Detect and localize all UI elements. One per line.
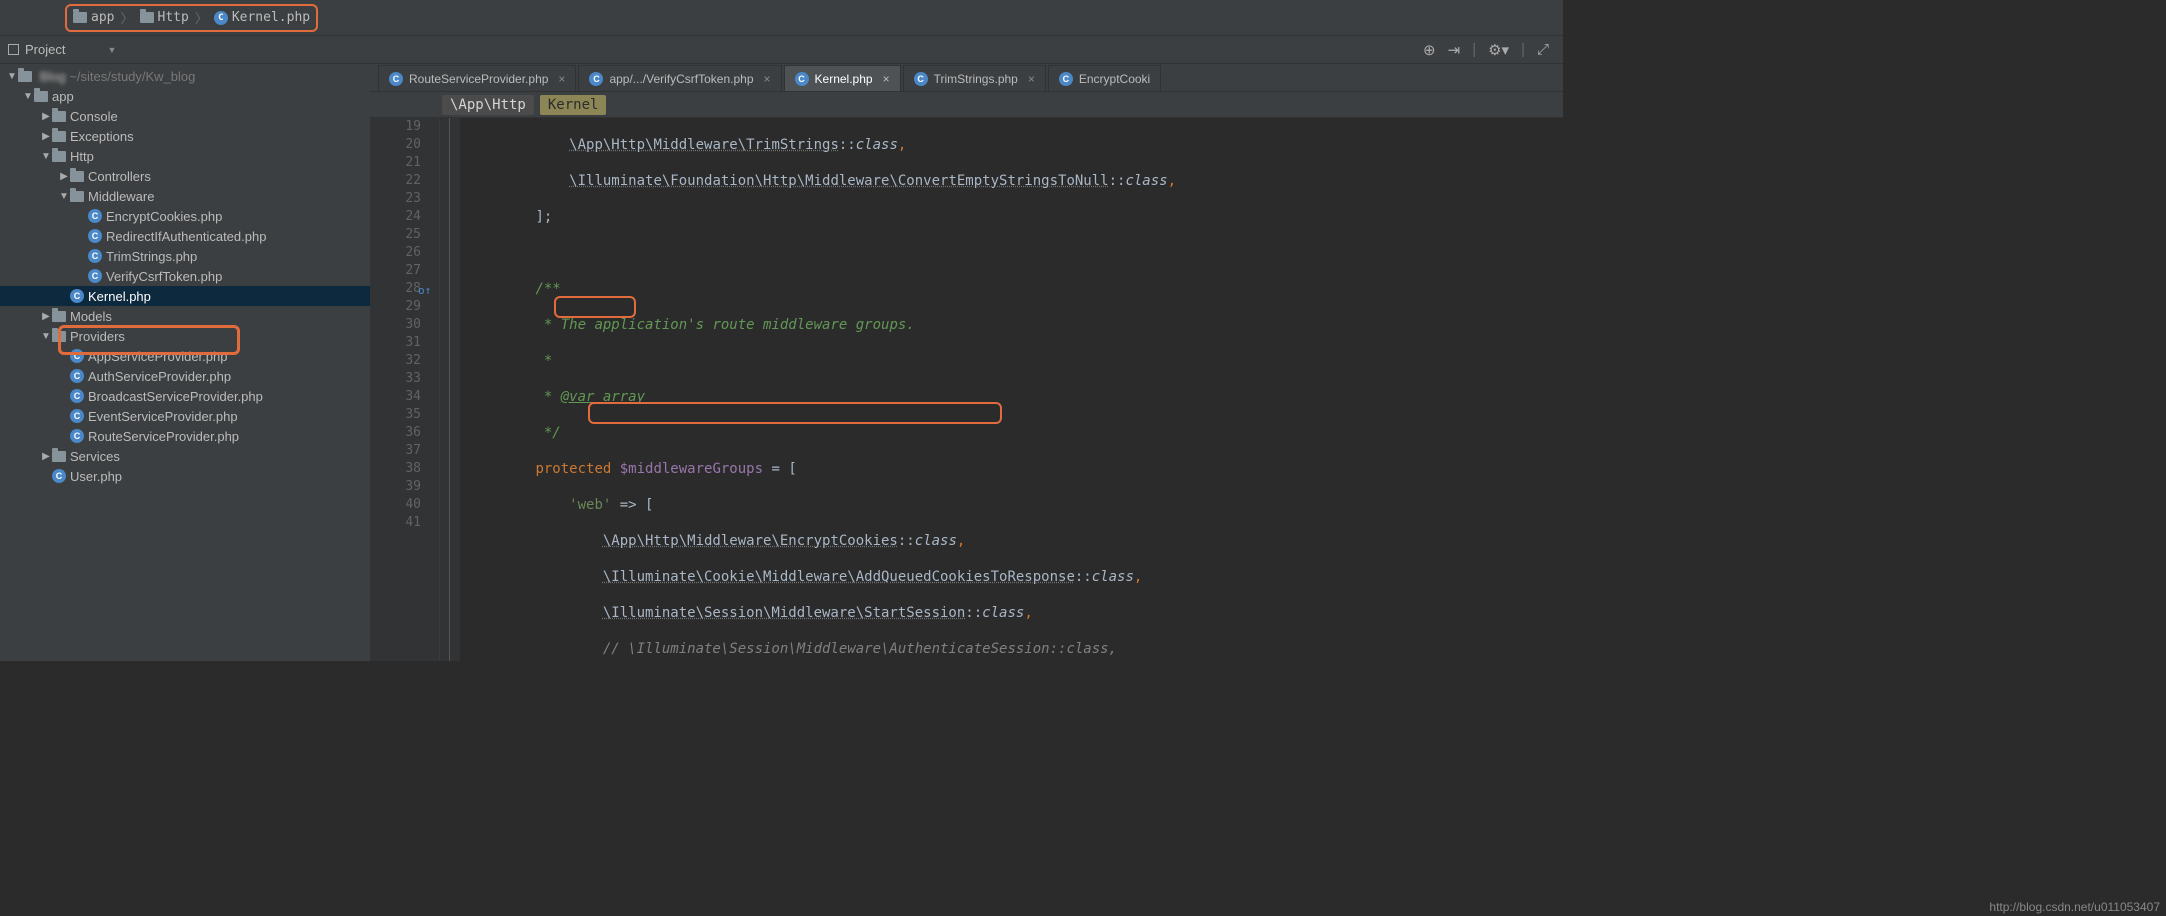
php-class-icon: C [70, 409, 84, 423]
tab-verify-csrf[interactable]: Capp/.../VerifyCsrfToken.php× [578, 65, 781, 91]
php-class-icon: C [52, 469, 66, 483]
folder-icon [18, 71, 32, 82]
php-class-icon: C [214, 11, 228, 25]
collapse-icon[interactable]: ⇥ [1448, 41, 1461, 59]
code-content[interactable]: \App\Http\Middleware\TrimStrings::class,… [460, 118, 1563, 661]
breadcrumb-kernel: Kernel.php [232, 10, 310, 25]
tree-file[interactable]: CRedirectIfAuthenticated.php [0, 226, 370, 246]
php-class-icon: C [70, 369, 84, 383]
tree-folder-providers[interactable]: ▼Providers [0, 326, 370, 346]
project-tree[interactable]: ▼ Blog ~/sites/study/Kw_blog ▼app ▶Conso… [0, 64, 370, 661]
breadcrumb[interactable]: app 〉 Http 〉 C Kernel.php [65, 4, 318, 32]
breadcrumb-http: Http [158, 10, 189, 25]
gear-icon[interactable]: ⚙▾ [1488, 41, 1509, 59]
tree-file[interactable]: CBroadcastServiceProvider.php [0, 386, 370, 406]
hide-icon[interactable]: ⤢ [1537, 41, 1549, 59]
php-class-icon: C [70, 389, 84, 403]
close-icon[interactable]: × [764, 72, 771, 86]
project-view-icon [8, 44, 19, 55]
folder-icon [52, 131, 66, 142]
folder-icon [140, 12, 154, 23]
tab-route-service-provider[interactable]: CRouteServiceProvider.php× [378, 65, 576, 91]
folder-icon [70, 171, 84, 182]
tree-folder-exceptions[interactable]: ▶Exceptions [0, 126, 370, 146]
chevron-right-icon: 〉 [120, 8, 133, 27]
tree-file[interactable]: CEncryptCookies.php [0, 206, 370, 226]
close-icon[interactable]: × [883, 72, 890, 86]
php-class-icon: C [70, 429, 84, 443]
highlight-annotation [554, 296, 636, 318]
tree-file[interactable]: CEventServiceProvider.php [0, 406, 370, 426]
watermark: http://blog.csdn.net/u011053407 [1989, 900, 2160, 914]
tab-trimstrings[interactable]: CTrimStrings.php× [903, 65, 1046, 91]
php-class-icon: C [389, 72, 403, 86]
tree-file-kernel[interactable]: CKernel.php [0, 286, 370, 306]
php-class-icon: C [88, 249, 102, 263]
titlebar: app 〉 Http 〉 C Kernel.php [0, 0, 1563, 36]
tab-encrypt-cookies[interactable]: CEncryptCooki [1048, 65, 1161, 91]
php-class-icon: C [795, 72, 809, 86]
folder-icon [70, 191, 84, 202]
chevron-right-icon: 〉 [195, 8, 208, 27]
project-label: Project [25, 42, 65, 57]
php-class-icon: C [914, 72, 928, 86]
tree-folder-middleware[interactable]: ▼Middleware [0, 186, 370, 206]
tree-file[interactable]: CVerifyCsrfToken.php [0, 266, 370, 286]
fold-column[interactable] [440, 118, 460, 661]
override-gutter-icon[interactable]: o↑ [418, 282, 431, 300]
code-area[interactable]: 1920212223242526272829303132333435363738… [370, 118, 1563, 661]
tree-folder-services[interactable]: ▶Services [0, 446, 370, 466]
nav-class[interactable]: Kernel [540, 95, 607, 115]
close-icon[interactable]: × [558, 72, 565, 86]
php-class-icon: C [70, 289, 84, 303]
project-toolbar: Project ▼ ⊕ ⇥ | ⚙▾ | ⤢ [0, 36, 1563, 64]
editor-nav[interactable]: \App\Http Kernel [370, 92, 1563, 118]
gutter: 1920212223242526272829303132333435363738… [370, 118, 440, 661]
tree-file[interactable]: CTrimStrings.php [0, 246, 370, 266]
tree-file[interactable]: CUser.php [0, 466, 370, 486]
php-class-icon: C [88, 229, 102, 243]
php-class-icon: C [88, 269, 102, 283]
editor-tabs: CRouteServiceProvider.php× Capp/.../Veri… [370, 64, 1563, 92]
tree-file[interactable]: CAuthServiceProvider.php [0, 366, 370, 386]
folder-icon [52, 451, 66, 462]
tree-folder-http[interactable]: ▼Http [0, 146, 370, 166]
php-class-icon: C [70, 349, 84, 363]
tree-folder-controllers[interactable]: ▶Controllers [0, 166, 370, 186]
folder-icon [52, 111, 66, 122]
tree-file[interactable]: CAppServiceProvider.php [0, 346, 370, 366]
highlight-annotation [588, 402, 1002, 424]
chevron-down-icon: ▼ [107, 45, 116, 55]
breadcrumb-app: app [91, 10, 114, 25]
project-dropdown[interactable]: Project ▼ [8, 42, 116, 57]
close-icon[interactable]: × [1028, 72, 1035, 86]
tree-file[interactable]: CRouteServiceProvider.php [0, 426, 370, 446]
tab-kernel[interactable]: CKernel.php× [784, 65, 901, 91]
editor: CRouteServiceProvider.php× Capp/.../Veri… [370, 64, 1563, 661]
folder-icon [52, 331, 66, 342]
tree-root[interactable]: ▼ Blog ~/sites/study/Kw_blog [0, 66, 370, 86]
nav-namespace[interactable]: \App\Http [442, 95, 534, 115]
tree-folder-app[interactable]: ▼app [0, 86, 370, 106]
folder-icon [34, 91, 48, 102]
php-class-icon: C [88, 209, 102, 223]
tree-folder-console[interactable]: ▶Console [0, 106, 370, 126]
locate-icon[interactable]: ⊕ [1423, 41, 1436, 59]
tree-folder-models[interactable]: ▶Models [0, 306, 370, 326]
folder-icon [52, 151, 66, 162]
folder-icon [73, 12, 87, 23]
folder-icon [52, 311, 66, 322]
php-class-icon: C [1059, 72, 1073, 86]
php-class-icon: C [589, 72, 603, 86]
